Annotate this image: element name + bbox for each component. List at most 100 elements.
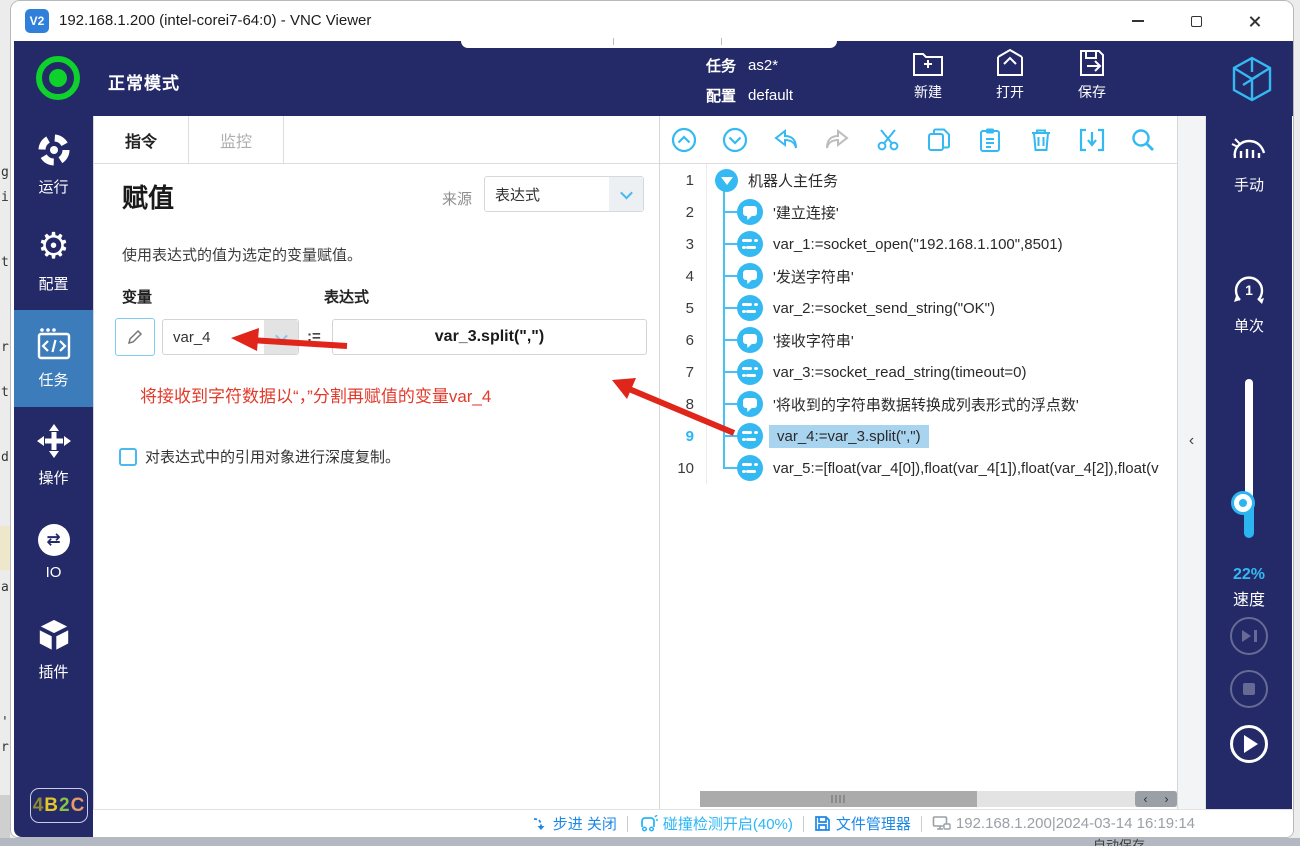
deep-copy-checkbox[interactable] bbox=[119, 448, 137, 466]
open-task-button[interactable]: 打开 bbox=[980, 47, 1040, 102]
connection-status: 192.168.1.200|2024-03-14 16:19:14 bbox=[932, 815, 1195, 832]
maximize-button[interactable] bbox=[1167, 1, 1225, 41]
assign-operator: := bbox=[307, 328, 321, 345]
brand-logo-icon bbox=[1229, 55, 1275, 103]
sidebar-item-operate[interactable]: 操作 bbox=[14, 407, 93, 504]
sidebar-label-io: IO bbox=[46, 564, 62, 581]
program-row[interactable]: 7 var_3:=socket_read_string(timeout=0) bbox=[660, 356, 1177, 388]
close-icon bbox=[1248, 15, 1261, 28]
scrollbar-buttons[interactable]: ‹› bbox=[1135, 791, 1177, 807]
single-run-button[interactable]: 1 单次 bbox=[1206, 271, 1292, 336]
program-row[interactable]: 9 var_4:=var_3.split(",") bbox=[660, 420, 1177, 452]
assignment-icon bbox=[737, 231, 763, 257]
sidebar-item-config[interactable]: ⚙ 配置 bbox=[14, 213, 93, 310]
comment-icon bbox=[737, 199, 763, 225]
program-row-text: var_5:=[float(var_4[0]),float(var_4[1]),… bbox=[773, 460, 1159, 477]
page-title: 赋值 bbox=[122, 178, 174, 215]
annotation-text: 将接收到字符数据以“，”分割再赋值的变量var_4 bbox=[140, 382, 491, 407]
program-row[interactable]: 10 var_5:=[float(var_4[0]),float(var_4[1… bbox=[660, 452, 1177, 484]
assignment-icon bbox=[737, 359, 763, 385]
program-row[interactable]: 5 var_2:=socket_send_string("OK") bbox=[660, 292, 1177, 324]
program-row[interactable]: 1 机器人主任务 bbox=[660, 164, 1177, 196]
assignment-icon bbox=[737, 295, 763, 321]
tab-instruction[interactable]: 指令 bbox=[94, 116, 189, 163]
sidebar-label-plugin: 插件 bbox=[38, 661, 68, 682]
manual-label: 手动 bbox=[1234, 174, 1264, 195]
pencil-icon bbox=[126, 328, 144, 346]
minimize-button[interactable] bbox=[1109, 1, 1167, 41]
close-button[interactable] bbox=[1225, 1, 1283, 41]
sidebar-item-run[interactable]: 运行 bbox=[14, 116, 93, 213]
save-task-icon bbox=[1075, 47, 1109, 79]
speed-slider-thumb[interactable] bbox=[1234, 494, 1252, 512]
line-number: 9 bbox=[660, 420, 707, 452]
cut-icon[interactable] bbox=[874, 126, 902, 154]
horizontal-scrollbar[interactable]: ‹› bbox=[700, 791, 1177, 807]
program-row[interactable]: 4 '发送字符串' bbox=[660, 260, 1177, 292]
line-number: 8 bbox=[660, 388, 707, 420]
tab-monitor[interactable]: 监控 bbox=[189, 116, 284, 163]
paste-icon[interactable] bbox=[976, 126, 1004, 154]
vnc-toolbar-notch[interactable] bbox=[461, 33, 837, 48]
sidebar-item-task[interactable]: 任务 bbox=[14, 310, 93, 407]
single-label: 单次 bbox=[1234, 315, 1264, 336]
new-task-button[interactable]: 新建 bbox=[898, 47, 958, 102]
right-sidebar: 手动 1 单次 22% 速度 bbox=[1206, 116, 1292, 809]
network-monitor-icon bbox=[932, 815, 951, 832]
line-number: 6 bbox=[660, 324, 707, 356]
tabbar: 指令 监控 bbox=[94, 116, 659, 164]
run-icon bbox=[36, 132, 72, 168]
panel-collapse-strip: ‹ bbox=[1178, 116, 1206, 809]
step-next-button[interactable] bbox=[1230, 617, 1268, 655]
play-button[interactable] bbox=[1230, 725, 1268, 763]
collapse-arrow-icon[interactable]: ‹ bbox=[1189, 432, 1194, 450]
desktop-bottom-band: 自动保存 bbox=[0, 838, 1300, 846]
circle-up-icon[interactable] bbox=[670, 126, 698, 154]
search-icon[interactable] bbox=[1129, 126, 1157, 154]
copy-icon[interactable] bbox=[925, 126, 953, 154]
insert-icon[interactable] bbox=[1078, 126, 1106, 154]
program-row[interactable]: 3 var_1:=socket_open("192.168.1.100",850… bbox=[660, 228, 1177, 260]
scroll-right-icon[interactable]: › bbox=[1165, 792, 1169, 806]
app-header: 正常模式 任务as2* 配置default 新建 bbox=[14, 41, 1293, 116]
edit-variable-button[interactable] bbox=[115, 318, 155, 356]
sidebar-item-plugin[interactable]: 插件 bbox=[14, 601, 93, 698]
settings-gear-icon: ⚙ bbox=[37, 229, 69, 265]
program-row[interactable]: 8 '将收到的字符串数据转换成列表形式的浮点数' bbox=[660, 388, 1177, 420]
line-number: 3 bbox=[660, 228, 707, 260]
variable-select[interactable]: var_4 bbox=[162, 319, 299, 355]
triangle-down-icon bbox=[715, 169, 738, 192]
delete-icon[interactable] bbox=[1027, 126, 1055, 154]
operate-move-icon bbox=[36, 423, 72, 459]
manual-mode-button[interactable]: 手动 bbox=[1206, 136, 1292, 195]
file-manager-button[interactable]: 文件管理器 bbox=[814, 813, 911, 834]
status-bar: 步进 关闭 碰撞检测开启(40%) bbox=[93, 809, 1293, 837]
program-row-text: '将收到的字符串数据转换成列表形式的浮点数' bbox=[773, 394, 1079, 415]
program-row[interactable]: 2 '建立连接' bbox=[660, 196, 1177, 228]
save-task-button[interactable]: 保存 bbox=[1062, 47, 1122, 102]
circle-down-icon[interactable] bbox=[721, 126, 749, 154]
program-row-text: '发送字符串' bbox=[773, 266, 854, 287]
variable-select-value: var_4 bbox=[163, 320, 264, 354]
program-row[interactable]: 6 '接收字符串' bbox=[660, 324, 1177, 356]
undo-icon[interactable] bbox=[772, 126, 800, 154]
program-row-text: var_3:=socket_read_string(timeout=0) bbox=[773, 364, 1026, 381]
deep-copy-label: 对表达式中的引用对象进行深度复制。 bbox=[145, 446, 400, 467]
speed-slider-track[interactable] bbox=[1245, 379, 1253, 511]
program-panel: 1 机器人主任务 2 '建立连接' 3 bbox=[659, 116, 1178, 809]
expression-input[interactable]: var_3.split(",") bbox=[332, 319, 647, 355]
scroll-left-icon[interactable]: ‹ bbox=[1144, 792, 1148, 806]
scrollbar-thumb[interactable] bbox=[700, 791, 977, 807]
redo-icon[interactable] bbox=[823, 126, 851, 154]
stop-button[interactable] bbox=[1230, 670, 1268, 708]
task-value: as2* bbox=[748, 57, 778, 74]
sidebar-item-io[interactable]: ⇄ IO bbox=[14, 504, 93, 601]
open-task-icon bbox=[993, 47, 1027, 79]
config-label: 配置 bbox=[706, 85, 736, 106]
collision-status[interactable]: 碰撞检测开启(40%) bbox=[638, 813, 793, 834]
sidebar-label-task: 任务 bbox=[38, 369, 68, 390]
step-mode-status[interactable]: 步进 关闭 bbox=[532, 813, 617, 834]
io-swap-icon: ⇄ bbox=[38, 524, 70, 556]
source-select[interactable]: 表达式 bbox=[484, 176, 644, 212]
program-row-text: var_4:=var_3.split(",") bbox=[769, 425, 929, 448]
